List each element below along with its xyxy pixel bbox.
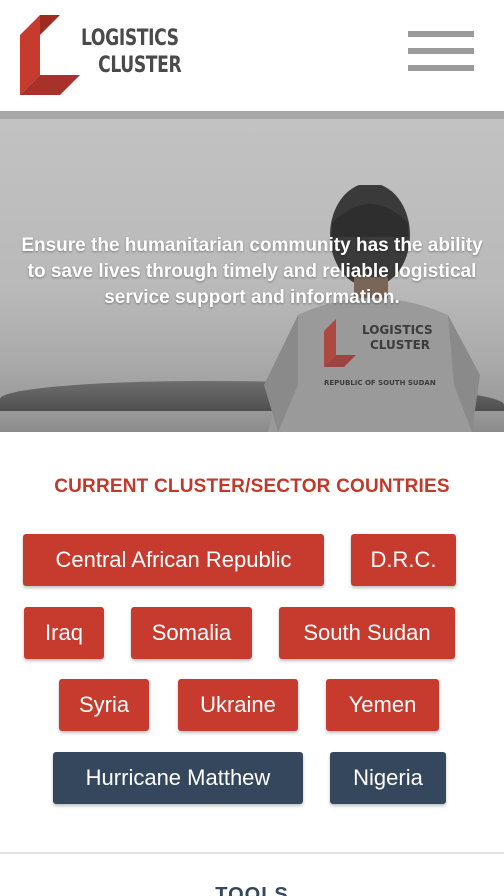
logistics-cluster-logo[interactable]: LOGISTICS CLUSTER xyxy=(18,13,182,99)
shirt-line3: REPUBLIC OF SOUTH SUDAN xyxy=(324,379,436,387)
logo-wordmark: LOGISTICS CLUSTER xyxy=(81,25,182,79)
hero-banner: LOGISTICS CLUSTER REPUBLIC OF SOUTH SUDA… xyxy=(0,119,504,432)
hero-tagline: Ensure the humanitarian community has th… xyxy=(21,235,483,308)
country-button-yemen[interactable]: Yemen xyxy=(326,679,439,731)
tools-section-title: TOOLS xyxy=(215,884,289,896)
shirt-line1: LOGISTICS xyxy=(362,323,433,337)
countries-section-title: CURRENT CLUSTER/SECTOR COUNTRIES xyxy=(54,476,450,497)
country-button-drc[interactable]: D.R.C. xyxy=(351,534,456,586)
country-button-south-sudan[interactable]: South Sudan xyxy=(279,607,455,659)
country-button-ukraine[interactable]: Ukraine xyxy=(178,679,298,731)
logo-line2: CLUSTER xyxy=(98,53,182,78)
shirt-line2: CLUSTER xyxy=(370,338,430,352)
logo-mark-icon xyxy=(20,15,80,95)
countries-section: CURRENT CLUSTER/SECTOR COUNTRIES Central… xyxy=(0,432,504,852)
country-button-syria[interactable]: Syria xyxy=(59,679,149,731)
country-button-iraq[interactable]: Iraq xyxy=(24,607,104,659)
sector-button-hurricane-matthew[interactable]: Hurricane Matthew xyxy=(53,752,303,804)
country-button-somalia[interactable]: Somalia xyxy=(131,607,252,659)
site-header: LOGISTICS CLUSTER xyxy=(0,0,504,111)
section-divider xyxy=(0,852,504,854)
hero-top-rule xyxy=(0,111,504,119)
sector-button-nigeria[interactable]: Nigeria xyxy=(330,752,446,804)
country-button-central-african-republic[interactable]: Central African Republic xyxy=(23,534,324,586)
hamburger-menu-icon[interactable] xyxy=(408,31,474,73)
logo-line1: LOGISTICS xyxy=(81,26,179,51)
